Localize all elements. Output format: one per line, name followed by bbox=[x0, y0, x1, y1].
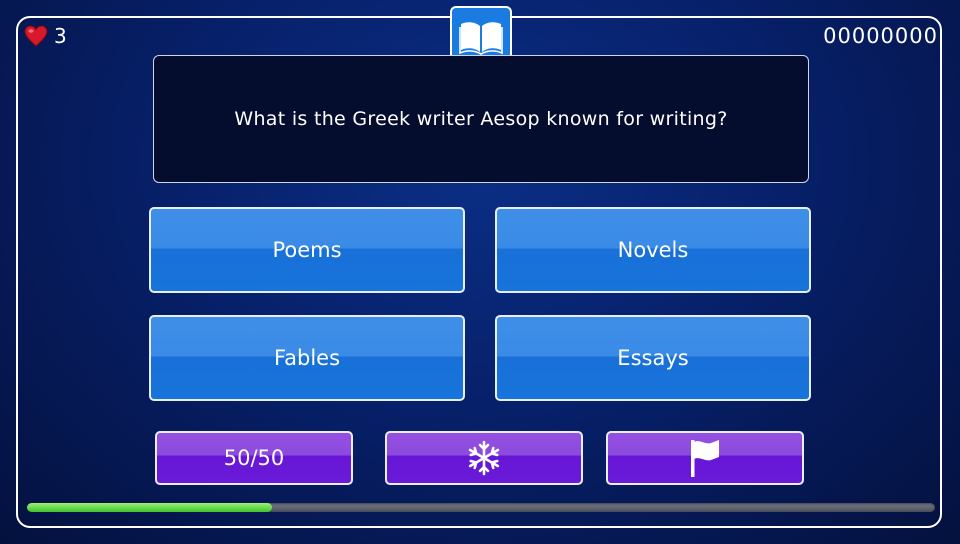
answer-label: Fables bbox=[273, 346, 341, 370]
answer-label: Essays bbox=[617, 346, 689, 370]
fifty-fifty-label: 50/50 bbox=[223, 446, 285, 470]
lives-counter: 3 bbox=[24, 22, 67, 50]
answer-button-3[interactable]: Fables bbox=[149, 315, 465, 401]
answer-button-2[interactable]: Novels bbox=[495, 207, 811, 293]
snowflake-icon bbox=[465, 439, 503, 477]
skip-button[interactable] bbox=[606, 431, 804, 485]
answer-button-1[interactable]: Poems bbox=[149, 207, 465, 293]
timer-bar-fill bbox=[27, 503, 273, 512]
freeze-button[interactable] bbox=[385, 431, 583, 485]
answer-button-4[interactable]: Essays bbox=[495, 315, 811, 401]
timer-bar bbox=[27, 503, 935, 512]
open-book-icon bbox=[458, 19, 504, 55]
question-text: What is the Greek writer Aesop known for… bbox=[234, 108, 728, 130]
lives-count: 3 bbox=[54, 24, 67, 48]
answer-label: Novels bbox=[617, 238, 689, 262]
heart-icon bbox=[24, 25, 48, 47]
question-panel: What is the Greek writer Aesop known for… bbox=[153, 55, 809, 183]
answer-label: Poems bbox=[272, 238, 342, 262]
flag-icon bbox=[688, 438, 722, 478]
score-display: 00000000 bbox=[823, 24, 938, 48]
fifty-fifty-button[interactable]: 50/50 bbox=[155, 431, 353, 485]
